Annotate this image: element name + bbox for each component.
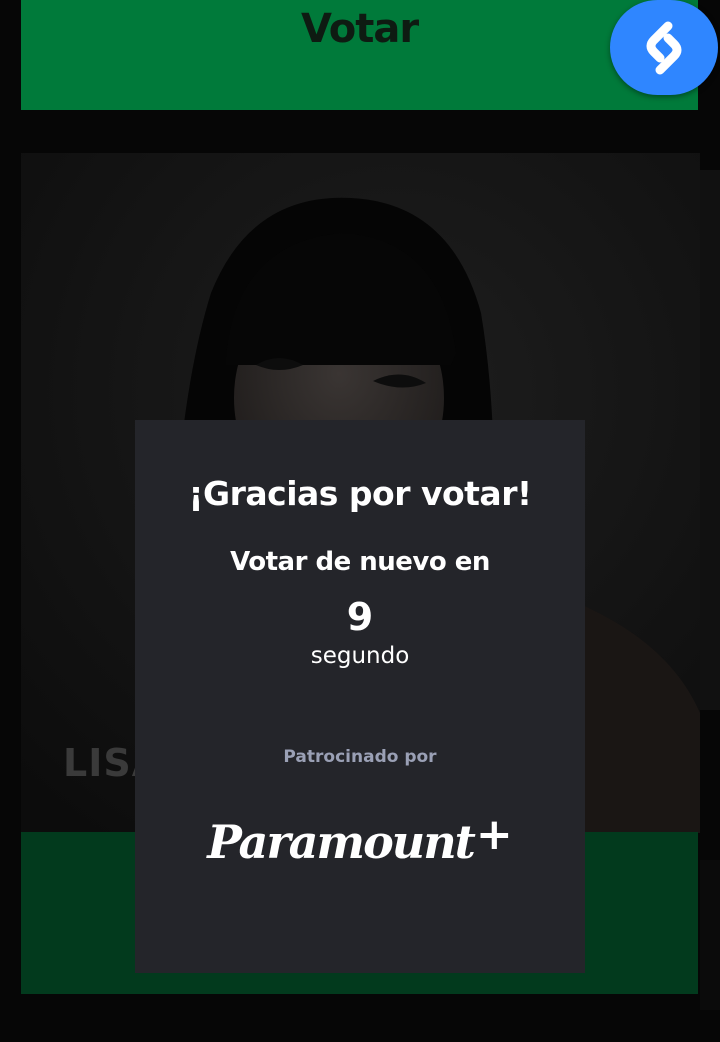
next-card-edge [700, 170, 720, 710]
vote-button-label: Votar [300, 6, 419, 52]
sponsor-logo-text: Paramount [207, 815, 476, 869]
vote-button-top[interactable]: Votar [21, 0, 698, 110]
shazam-button[interactable] [610, 0, 718, 95]
paramount-plus-logo[interactable]: Paramount + [207, 809, 513, 870]
vote-confirmation-modal: ¡Gracias por votar! Votar de nuevo en 9 … [135, 420, 585, 973]
sponsor-logo-plus: + [475, 808, 513, 860]
modal-title: ¡Gracias por votar! [188, 474, 532, 513]
shazam-icon [646, 21, 682, 74]
next-card-edge-bottom [700, 860, 720, 1010]
modal-subtitle: Votar de nuevo en [230, 547, 490, 577]
countdown-value: 9 [346, 595, 374, 639]
countdown-unit: segundo [310, 643, 410, 669]
page: Votar LISA ¡Gracias por votar! Votar de … [0, 0, 720, 1042]
sponsor-label: Patrocinado por [283, 747, 437, 767]
